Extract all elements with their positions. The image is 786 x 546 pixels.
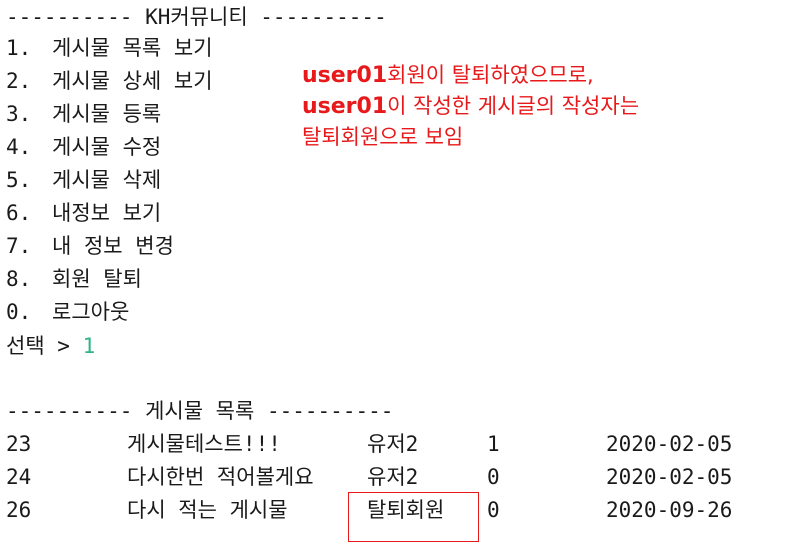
annotation-user-id: user01 <box>302 94 388 119</box>
menu-item-logout: 0. 로그아웃 <box>6 297 129 327</box>
menu-item-label: 게시물 삭제 <box>52 168 162 192</box>
selection-prompt-line: 선택 > 1 <box>6 331 95 361</box>
menu-item-number: 0. <box>6 300 32 324</box>
post-date: 2020-09-26 <box>606 498 733 522</box>
menu-item-list-posts: 1. 게시물 목록 보기 <box>6 33 213 63</box>
annotation-line-2: user01이 작성한 게시글의 작성자는 <box>302 91 639 122</box>
annotation-note: user01회원이 탈퇴하였으므로, user01이 작성한 게시글의 작성자는… <box>302 60 639 152</box>
console-input[interactable]: 1 <box>83 334 96 358</box>
menu-item-number: 4. <box>6 135 32 159</box>
table-row: 24 다시한번 적어볼게요 유저2 0 2020-02-05 <box>0 461 786 493</box>
menu-item-label: 게시물 수정 <box>52 135 162 159</box>
console-header: ---------- KH커뮤니티 ---------- <box>6 5 387 29</box>
menu-item-label: 게시물 목록 보기 <box>52 36 213 60</box>
post-view-count: 1 <box>487 432 500 456</box>
post-view-count: 0 <box>487 498 500 522</box>
menu-item-number: 7. <box>6 234 32 258</box>
menu-item-delete-post: 5. 게시물 삭제 <box>6 165 161 195</box>
menu-item-register-post: 3. 게시물 등록 <box>6 99 161 129</box>
post-writer: 유저2 <box>367 465 419 489</box>
selection-prompt: 선택 > <box>6 334 83 358</box>
post-date: 2020-02-05 <box>606 465 733 489</box>
annotation-text: 회원이 탈퇴하였으므로, <box>387 63 594 87</box>
menu-item-number: 3. <box>6 102 32 126</box>
menu-item-label: 내정보 보기 <box>52 201 162 225</box>
post-number: 26 <box>6 498 32 522</box>
board-header: ---------- 게시물 목록 ---------- <box>6 399 394 423</box>
menu-item-number: 5. <box>6 168 32 192</box>
menu-item-number: 8. <box>6 267 32 291</box>
menu-item-number: 2. <box>6 69 32 93</box>
post-view-count: 0 <box>487 465 500 489</box>
menu-item-number: 1. <box>6 36 32 60</box>
post-writer: 유저2 <box>367 432 419 456</box>
menu-item-number: 6. <box>6 201 32 225</box>
withdrawn-writer-highlight-box <box>348 492 479 542</box>
annotation-line-1: user01회원이 탈퇴하였으므로, <box>302 60 639 91</box>
post-date: 2020-02-05 <box>606 432 733 456</box>
menu-item-label: 내 정보 변경 <box>52 234 174 258</box>
menu-item-edit-post: 4. 게시물 수정 <box>6 132 161 162</box>
menu-item-label: 회원 탈퇴 <box>52 267 142 291</box>
menu-item-label: 게시물 상세 보기 <box>52 69 213 93</box>
annotation-line-3: 탈퇴회원으로 보임 <box>302 125 464 149</box>
annotation-user-id: user01 <box>302 63 388 88</box>
menu-item-post-detail: 2. 게시물 상세 보기 <box>6 66 213 96</box>
menu-item-my-info: 6. 내정보 보기 <box>6 198 161 228</box>
menu-item-withdraw: 8. 회원 탈퇴 <box>6 264 142 294</box>
post-number: 23 <box>6 432 32 456</box>
post-title: 게시물테스트!!! <box>127 432 281 456</box>
menu-item-label: 로그아웃 <box>52 300 130 324</box>
post-number: 24 <box>6 465 32 489</box>
post-title: 다시한번 적어볼게요 <box>127 465 314 489</box>
post-title: 다시 적는 게시물 <box>127 498 288 522</box>
annotation-text: 이 작성한 게시글의 작성자는 <box>387 94 640 118</box>
table-row: 23 게시물테스트!!! 유저2 1 2020-02-05 <box>0 428 786 460</box>
menu-item-edit-my-info: 7. 내 정보 변경 <box>6 231 174 261</box>
menu-item-label: 게시물 등록 <box>52 102 162 126</box>
